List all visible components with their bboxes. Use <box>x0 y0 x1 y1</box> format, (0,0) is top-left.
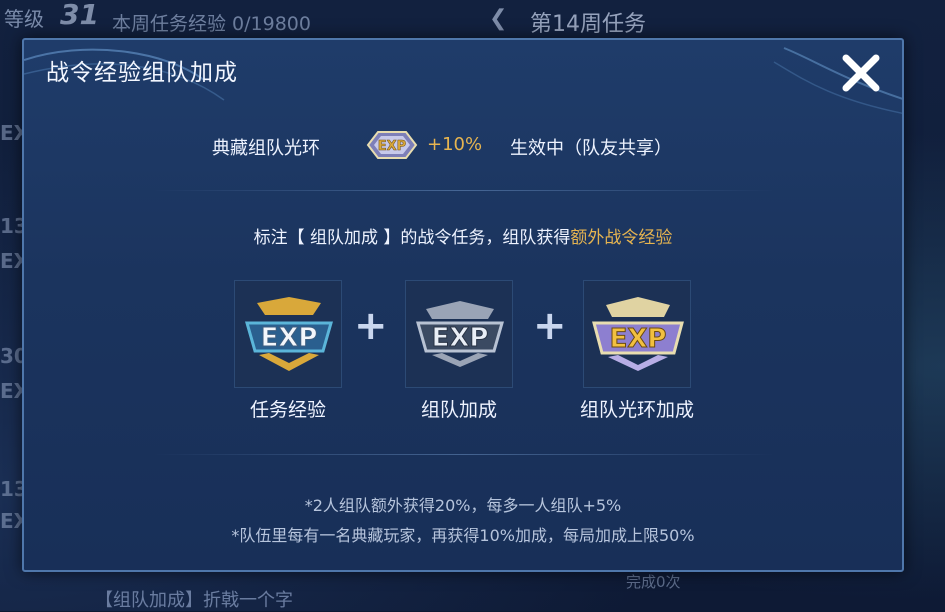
divider <box>154 454 774 455</box>
side-exp-label: 13 <box>0 477 28 501</box>
task-exp-card: EXP <box>234 280 342 388</box>
back-arrow-icon[interactable]: ❮ <box>489 6 507 31</box>
side-exp-label: 30 <box>0 344 28 368</box>
bonus-highlight: 额外战令经验 <box>570 228 673 248</box>
side-exp-label: 13 <box>0 214 28 238</box>
exp-crystal-badge-icon: EXP <box>592 297 684 371</box>
team-bonus-card: EXP <box>405 280 513 388</box>
plus-sign: + <box>354 303 388 349</box>
bonus-description-text: 标注【 组队加成 】的战令任务，组队获得 <box>253 228 571 248</box>
team-aura-row: 典藏组队光环 EXP +10% 生效中（队友共享） <box>24 131 902 162</box>
team-aura-bonus-label: 组队光环加成 <box>579 399 694 421</box>
bottom-task-count: 完成0次 <box>626 573 681 591</box>
close-button[interactable] <box>840 52 882 94</box>
team-aura-bonus-card: EXP <box>583 280 691 388</box>
team-bonus-dialog: 战令经验组队加成 典藏组队光环 EXP +10% 生效中（队友共享） 标注【 组… <box>22 38 904 572</box>
divider <box>154 190 774 191</box>
rule-line: *队伍里每有一名典藏玩家，再获得10%加成，每局加成上限50% <box>231 526 695 545</box>
aura-status: 生效中（队友共享） <box>510 138 672 159</box>
side-exp-label: EX <box>0 121 30 145</box>
level-number: 31 <box>60 0 99 31</box>
svg-text:EXP: EXP <box>432 323 489 353</box>
level-prefix: 等级 <box>4 7 44 31</box>
side-exp-label: EX <box>0 379 30 403</box>
side-exp-label: EX <box>0 249 30 273</box>
rule-line: *2人组队额外获得20%，每多一人组队+5% <box>304 496 622 515</box>
aura-label: 典藏组队光环 <box>212 138 320 159</box>
week-title: 第14周任务 <box>530 12 646 37</box>
weekly-exp-progress: 本周任务经验 0/19800 <box>112 13 311 35</box>
exp-gold-badge-icon: EXP <box>245 297 333 371</box>
svg-text:EXP: EXP <box>261 323 318 353</box>
close-icon <box>842 54 880 92</box>
exp-crystal-badge-icon: EXP <box>366 131 418 159</box>
side-exp-label: EX <box>0 509 30 533</box>
top-bar: 等级 31 本周任务经验 0/19800 ❮ 第14周任务 <box>0 0 945 42</box>
exp-silver-badge-icon: EXP <box>416 301 504 367</box>
plus-sign: + <box>533 303 567 349</box>
team-bonus-label: 组队加成 <box>420 399 497 421</box>
bottom-task-text: 【组队加成】折戟一个字 <box>95 590 293 611</box>
svg-text:EXP: EXP <box>610 324 667 354</box>
bonus-description: 标注【 组队加成 】的战令任务，组队获得额外战令经验 <box>24 223 902 248</box>
dialog-title: 战令经验组队加成 <box>46 60 238 86</box>
task-exp-label: 任务经验 <box>249 399 326 421</box>
aura-bonus-percent: +10% <box>427 134 483 155</box>
svg-text:EXP: EXP <box>378 139 406 154</box>
